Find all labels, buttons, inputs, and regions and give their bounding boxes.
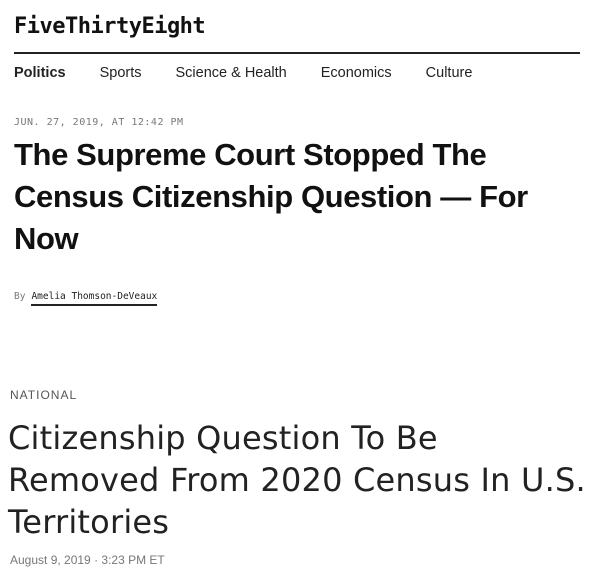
section-nav: Politics Sports Science & Health Economi… (14, 62, 506, 84)
nav-item-science-health[interactable]: Science & Health (176, 62, 287, 84)
nav-item-politics[interactable]: Politics (14, 62, 66, 84)
byline-prefix: By (14, 291, 26, 302)
article-dateline: JUN. 27, 2019, AT 12:42 PM (14, 117, 184, 128)
nav-item-culture[interactable]: Culture (426, 62, 473, 84)
section-label: NATIONAL (10, 388, 78, 402)
nav-item-sports[interactable]: Sports (100, 62, 142, 84)
nav-item-economics[interactable]: Economics (321, 62, 392, 84)
author-link[interactable]: Amelia Thomson-DeVeaux (31, 291, 158, 306)
related-headline[interactable]: Citizenship Question To Be Removed From … (8, 417, 598, 543)
article-headline: The Supreme Court Stopped The Census Cit… (14, 137, 528, 256)
site-logo[interactable]: FiveThirtyEight (14, 10, 206, 44)
article-byline: By Amelia Thomson-DeVeaux (14, 291, 158, 306)
header-divider (14, 52, 580, 54)
related-date: August 9, 2019 · 3:23 PM ET (10, 553, 165, 567)
site-header: FiveThirtyEight (14, 10, 206, 44)
